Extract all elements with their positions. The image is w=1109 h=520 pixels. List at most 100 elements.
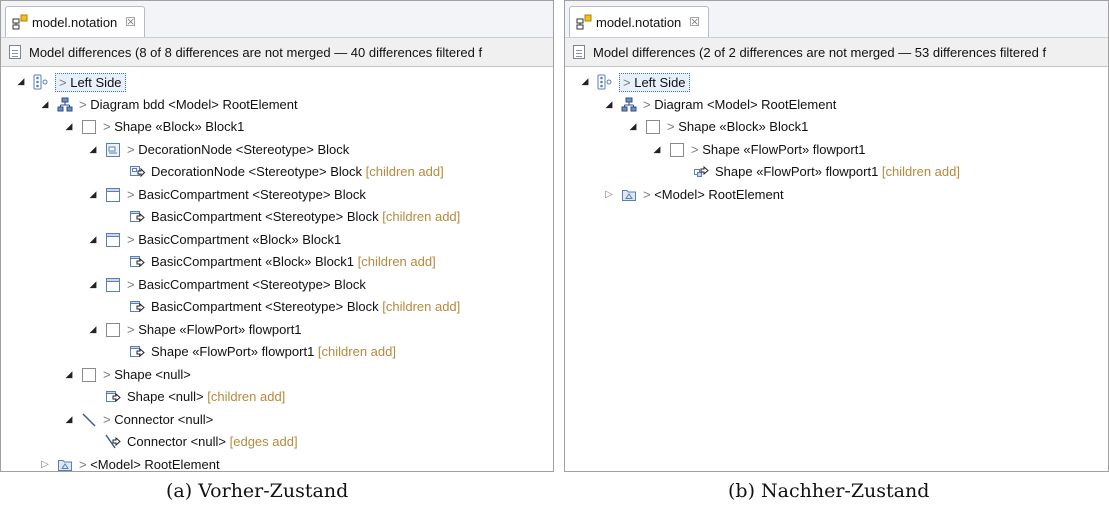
tree-node-label[interactable]: > Shape «Block» Block1 — [103, 116, 244, 137]
differences-info-bar: Model differences (8 of 8 differences ar… — [1, 38, 553, 67]
tree-row-model-rootelement[interactable]: ▷ > <Model> RootElement — [1, 454, 553, 472]
tree-node-label[interactable]: > BasicCompartment «Block» Block1 — [127, 229, 341, 250]
node-text: Connector <null> — [127, 434, 227, 449]
tree-node-label[interactable]: > <Model> RootElement — [79, 454, 220, 472]
node-text: <Model> RootElement — [654, 186, 784, 202]
tree-row-decorationnode-stereotype-block[interactable]: DecorationNode <Stereotype> Block [child… — [1, 161, 553, 182]
tree-node-label[interactable]: > Shape <null> — [103, 364, 191, 385]
tree-row-shape-null[interactable]: ◢ > Shape <null> — [1, 364, 553, 385]
tree-node-label[interactable]: > BasicCompartment <Stereotype> Block — [127, 184, 366, 205]
node-text: BasicCompartment <Stereotype> Block — [151, 209, 379, 224]
tree-node-label[interactable]: Shape «FlowPort» flowport1 [children add… — [151, 341, 396, 362]
expand-twisty-icon[interactable]: ◢ — [87, 274, 99, 295]
expand-twisty-icon[interactable]: ◢ — [15, 71, 27, 92]
expand-twisty-icon[interactable]: ◢ — [579, 71, 591, 92]
compart-icon — [105, 232, 121, 248]
expand-twisty-icon[interactable]: ◢ — [87, 319, 99, 340]
tree-row-shape-null[interactable]: Shape <null> [children add] — [1, 386, 553, 407]
node-prefix: > — [643, 186, 655, 202]
node-prefix: > — [127, 276, 139, 292]
tree-row-shape-flowport-flowport1[interactable]: Shape «FlowPort» flowport1 [children add… — [565, 161, 1108, 182]
tree-row-connector-null[interactable]: ◢ > Connector <null> — [1, 409, 553, 430]
tree-node-label[interactable]: BasicCompartment «Block» Block1 [childre… — [151, 251, 436, 272]
tree-node-label[interactable]: DecorationNode <Stereotype> Block [child… — [151, 161, 444, 182]
tree-row-diagram-model-rootelement[interactable]: ◢ > Diagram <Model> RootElement — [565, 94, 1108, 115]
tree-node-label[interactable]: > Shape «FlowPort» flowport1 — [127, 319, 302, 340]
tree-node-label[interactable]: > Diagram <Model> RootElement — [643, 94, 836, 115]
notation-file-icon — [576, 14, 592, 30]
tree-row-basiccompartment-block-block1[interactable]: BasicCompartment «Block» Block1 [childre… — [1, 251, 553, 272]
differences-info-bar: Model differences (2 of 2 differences ar… — [565, 38, 1108, 67]
compart-icon — [105, 187, 121, 203]
add-icon — [129, 299, 145, 315]
tree-node-label[interactable]: > Left Side — [619, 73, 690, 92]
tree-node-label[interactable]: > Connector <null> — [103, 409, 213, 430]
expand-twisty-icon[interactable]: ◢ — [87, 139, 99, 160]
collapse-twisty-icon[interactable]: ▷ — [603, 184, 615, 205]
tab-model-notation[interactable]: model.notation ☒ — [569, 6, 709, 37]
expand-twisty-icon[interactable]: ◢ — [627, 116, 639, 137]
tree-node-label[interactable]: > BasicCompartment <Stereotype> Block — [127, 274, 366, 295]
node-prefix: > — [667, 119, 679, 134]
expand-twisty-icon[interactable]: ◢ — [87, 184, 99, 205]
tree-node-label[interactable]: Connector <null> [edges add] — [127, 431, 298, 452]
change-kind-suffix: [children add] — [378, 299, 461, 314]
diagram-icon — [621, 97, 637, 113]
tree-row-basiccompartment-stereotype-block[interactable]: ◢ > BasicCompartment <Stereotype> Block — [1, 274, 553, 295]
tree-node-label[interactable]: BasicCompartment <Stereotype> Block [chi… — [151, 206, 460, 227]
tree-row-connector-null[interactable]: Connector <null> [edges add] — [1, 431, 553, 452]
tree-row-shape-block-block1[interactable]: ◢ > Shape «Block» Block1 — [565, 116, 1108, 137]
expand-twisty-icon[interactable]: ◢ — [603, 94, 615, 115]
tree-node-label[interactable]: BasicCompartment <Stereotype> Block [chi… — [151, 296, 460, 317]
tree-row-shape-flowport-flowport1[interactable]: ◢ > Shape «FlowPort» flowport1 — [1, 319, 553, 340]
expand-twisty-icon[interactable]: ◢ — [63, 409, 75, 430]
tree-row-shape-flowport-flowport1[interactable]: ◢ > Shape «FlowPort» flowport1 — [565, 139, 1108, 160]
expand-twisty-icon[interactable]: ◢ — [651, 139, 663, 160]
tree-node-label[interactable]: Shape «FlowPort» flowport1 [children add… — [715, 161, 960, 182]
expand-twisty-icon[interactable]: ◢ — [63, 364, 75, 385]
tree-row-decorationnode-stereotype-block[interactable]: ◢ > DecorationNode <Stereotype> Block — [1, 139, 553, 160]
tab-close-icon[interactable]: ☒ — [689, 15, 700, 29]
tree-row-model-rootelement[interactable]: ▷ > <Model> RootElement — [565, 184, 1108, 205]
tree-node-label[interactable]: > Shape «FlowPort» flowport1 — [691, 139, 866, 160]
tree-node-label[interactable]: Shape <null> [children add] — [127, 386, 285, 407]
tree-row-shape-block-block1[interactable]: ◢ > Shape «Block» Block1 — [1, 116, 553, 137]
tree-node-label[interactable]: > DecorationNode <Stereotype> Block — [127, 139, 349, 160]
shape-icon — [81, 119, 97, 135]
tree-row-shape-flowport-flowport1[interactable]: Shape «FlowPort» flowport1 [children add… — [1, 341, 553, 362]
tree-row-basiccompartment-stereotype-block[interactable]: BasicCompartment <Stereotype> Block [chi… — [1, 296, 553, 317]
tree-row-diagram-bdd-model-rootelement[interactable]: ◢ > Diagram bdd <Model> RootElement — [1, 94, 553, 115]
tree-node-label[interactable]: > Left Side — [55, 73, 126, 92]
tab-close-icon[interactable]: ☒ — [125, 15, 136, 29]
node-text: <Model> RootElement — [90, 456, 220, 472]
node-prefix: > — [103, 119, 115, 134]
tree-row-basiccompartment-block-block1[interactable]: ◢ > BasicCompartment «Block» Block1 — [1, 229, 553, 250]
tab-model-notation[interactable]: model.notation ☒ — [5, 6, 145, 37]
caption-after: (b) Nachher-Zustand — [728, 480, 930, 502]
node-text: Shape <null> — [114, 366, 191, 382]
node-text: DecorationNode <Stereotype> Block — [151, 164, 363, 179]
tree-row-left-side[interactable]: ◢ > Left Side — [1, 71, 553, 92]
tree-node-label[interactable]: > Shape «Block» Block1 — [667, 116, 808, 137]
collapse-twisty-icon[interactable]: ▷ — [39, 454, 51, 472]
expand-twisty-icon[interactable]: ◢ — [39, 94, 51, 115]
node-text: Shape «FlowPort» flowport1 — [702, 141, 866, 157]
caption-before: (a) Vorher-Zustand — [166, 480, 349, 502]
tree-row-basiccompartment-stereotype-block[interactable]: ◢ > BasicCompartment <Stereotype> Block — [1, 184, 553, 205]
tree-row-basiccompartment-stereotype-block[interactable]: BasicCompartment <Stereotype> Block [chi… — [1, 206, 553, 227]
tree-node-label[interactable]: > Diagram bdd <Model> RootElement — [79, 94, 298, 115]
node-text: Shape «FlowPort» flowport1 — [138, 321, 302, 337]
model-icon — [57, 457, 73, 472]
node-text: BasicCompartment <Stereotype> Block — [138, 186, 366, 202]
change-kind-suffix: [children add] — [354, 254, 436, 269]
tree-row-left-side[interactable]: ◢ > Left Side — [565, 71, 1108, 92]
node-prefix: > — [127, 186, 139, 202]
connadd-icon — [105, 434, 121, 450]
tree-node-label[interactable]: > <Model> RootElement — [643, 184, 784, 205]
shape-icon — [645, 119, 661, 135]
expand-twisty-icon[interactable]: ◢ — [87, 229, 99, 250]
node-prefix: > — [691, 141, 703, 157]
node-text: BasicCompartment «Block» Block1 — [138, 231, 342, 247]
expand-twisty-icon[interactable]: ◢ — [63, 116, 75, 137]
differences-summary: Model differences (8 of 8 differences ar… — [29, 44, 483, 60]
